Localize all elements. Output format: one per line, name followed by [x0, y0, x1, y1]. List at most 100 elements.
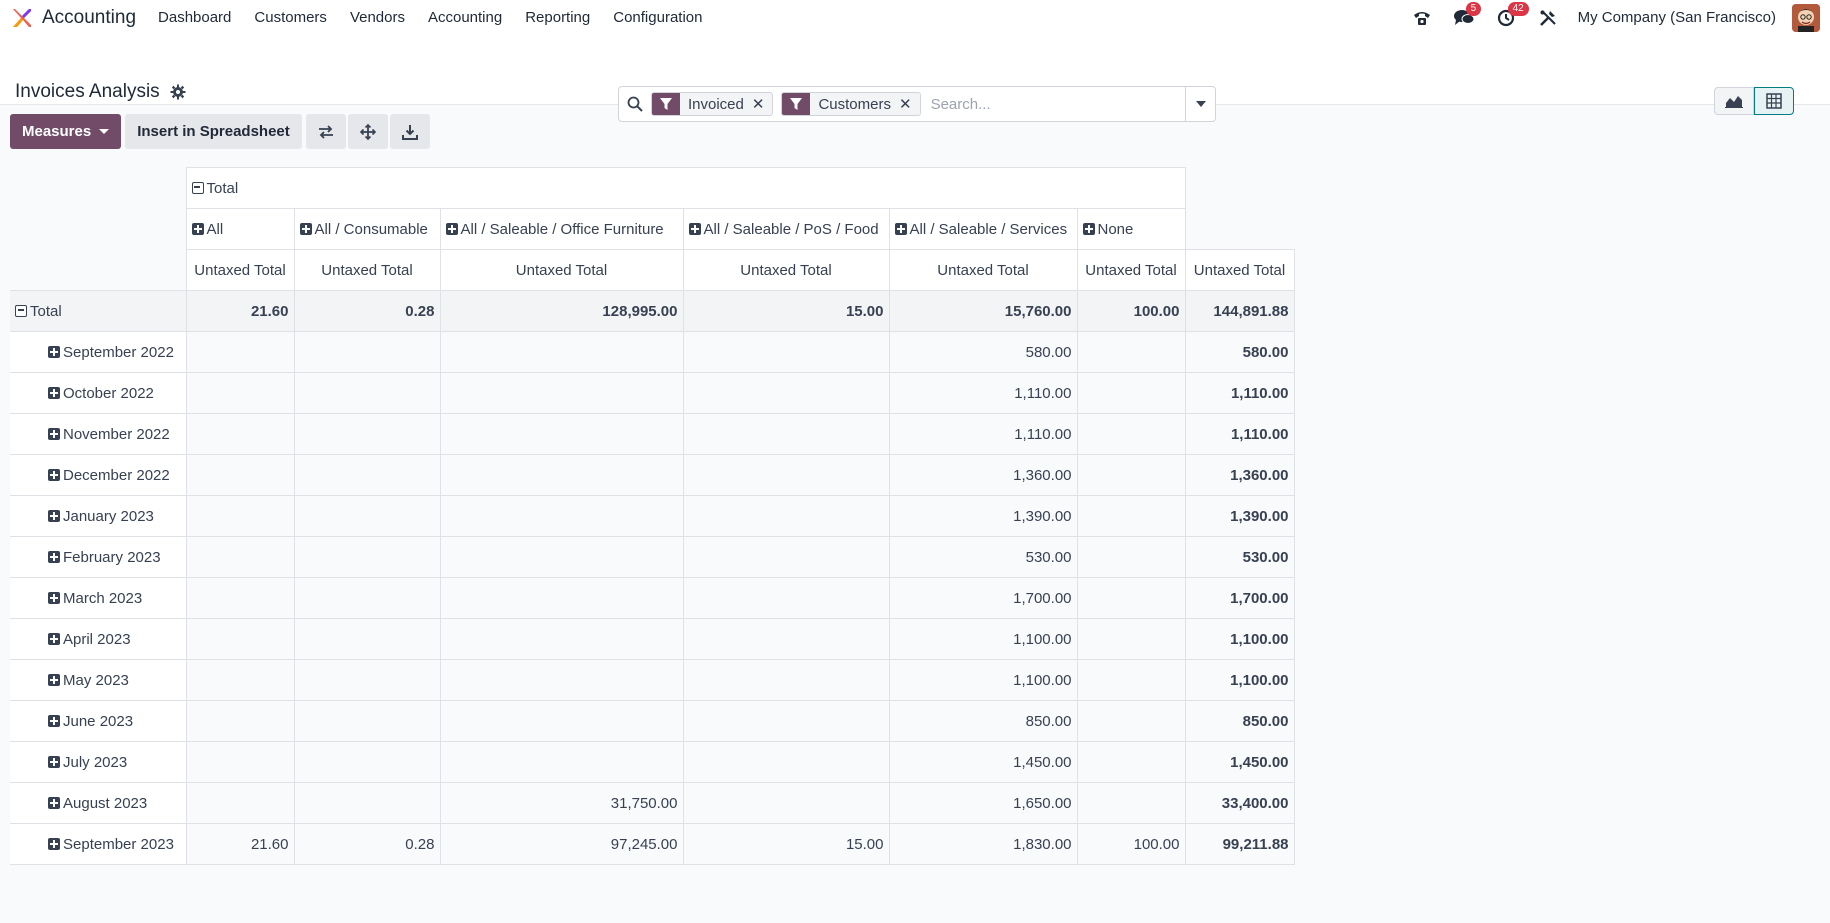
pivot-cell[interactable]	[439, 331, 684, 373]
pivot-cell[interactable]: 100.00	[1076, 290, 1186, 332]
pivot-cell[interactable]: 97,245.00	[439, 823, 684, 865]
pivot-cell[interactable]	[185, 577, 295, 619]
row-header[interactable]: February 2023	[10, 536, 187, 578]
search-input[interactable]	[928, 94, 1185, 114]
insert-spreadsheet-button[interactable]: Insert in Spreadsheet	[125, 114, 302, 149]
facet-remove-icon[interactable]: ✕	[752, 95, 773, 113]
row-header[interactable]: August 2023	[10, 782, 187, 824]
col-header-all[interactable]: All	[185, 208, 295, 250]
pivot-cell-grand-total[interactable]: 144,891.88	[1184, 290, 1295, 332]
pivot-cell[interactable]	[682, 618, 890, 660]
pivot-cell[interactable]: 128,995.00	[439, 290, 684, 332]
pivot-cell[interactable]: 580.00	[888, 331, 1078, 373]
row-header-total[interactable]: Total	[10, 290, 187, 332]
pivot-cell[interactable]: 1,110.00	[888, 413, 1078, 455]
pivot-cell[interactable]	[439, 618, 684, 660]
pivot-cell[interactable]	[439, 413, 684, 455]
debug-tools-icon[interactable]	[1534, 4, 1562, 32]
pivot-cell-row-total[interactable]: 1,390.00	[1184, 495, 1295, 537]
pivot-cell[interactable]	[1076, 782, 1186, 824]
pivot-cell-row-total[interactable]: 1,100.00	[1184, 618, 1295, 660]
pivot-cell[interactable]	[293, 782, 441, 824]
pivot-cell[interactable]	[682, 495, 890, 537]
pivot-cell[interactable]	[1076, 741, 1186, 783]
menu-reporting[interactable]: Reporting	[525, 9, 590, 26]
search-options-toggle[interactable]	[1185, 87, 1215, 121]
pivot-cell[interactable]	[682, 741, 890, 783]
measure-header[interactable]: Untaxed Total	[293, 249, 441, 291]
pivot-cell[interactable]: 530.00	[888, 536, 1078, 578]
pivot-cell[interactable]	[185, 782, 295, 824]
row-header[interactable]: June 2023	[10, 700, 187, 742]
pivot-cell[interactable]: 21.60	[185, 290, 295, 332]
pivot-cell[interactable]	[293, 495, 441, 537]
graph-view-button[interactable]	[1714, 87, 1754, 115]
pivot-cell[interactable]: 1,110.00	[888, 372, 1078, 414]
col-header-services[interactable]: All / Saleable / Services	[888, 208, 1078, 250]
gear-icon[interactable]	[170, 84, 186, 100]
pivot-cell-row-total[interactable]: 1,360.00	[1184, 454, 1295, 496]
row-header[interactable]: January 2023	[10, 495, 187, 537]
pivot-cell[interactable]	[293, 618, 441, 660]
pivot-cell[interactable]	[185, 331, 295, 373]
pivot-cell[interactable]: 1,650.00	[888, 782, 1078, 824]
pivot-cell[interactable]	[293, 700, 441, 742]
pivot-cell[interactable]	[682, 413, 890, 455]
pivot-cell[interactable]	[439, 372, 684, 414]
pivot-cell[interactable]	[293, 413, 441, 455]
pivot-cell[interactable]	[293, 577, 441, 619]
measure-header[interactable]: Untaxed Total	[1076, 249, 1186, 291]
pivot-cell[interactable]	[185, 659, 295, 701]
pivot-cell-row-total[interactable]: 1,100.00	[1184, 659, 1295, 701]
pivot-cell[interactable]	[1076, 454, 1186, 496]
row-header[interactable]: March 2023	[10, 577, 187, 619]
pivot-cell[interactable]	[185, 700, 295, 742]
pivot-cell[interactable]	[682, 577, 890, 619]
row-header[interactable]: December 2022	[10, 454, 187, 496]
pivot-cell[interactable]	[439, 741, 684, 783]
col-header-consumable[interactable]: All / Consumable	[293, 208, 441, 250]
pivot-cell[interactable]: 21.60	[185, 823, 295, 865]
company-switcher[interactable]: My Company (San Francisco)	[1578, 9, 1776, 26]
menu-dashboard[interactable]: Dashboard	[158, 9, 231, 26]
row-header[interactable]: April 2023	[10, 618, 187, 660]
pivot-view-button[interactable]	[1754, 87, 1794, 115]
pivot-cell[interactable]: 1,390.00	[888, 495, 1078, 537]
measures-button[interactable]: Measures	[10, 114, 122, 149]
pivot-cell[interactable]	[682, 782, 890, 824]
pivot-cell[interactable]	[1076, 372, 1186, 414]
pivot-cell[interactable]	[682, 659, 890, 701]
pivot-cell[interactable]	[293, 741, 441, 783]
accounting-app-icon[interactable]	[10, 6, 34, 30]
pivot-cell[interactable]	[682, 454, 890, 496]
pivot-cell-row-total[interactable]: 850.00	[1184, 700, 1295, 742]
expand-all-button[interactable]	[347, 114, 388, 149]
pivot-cell-row-total[interactable]: 99,211.88	[1184, 823, 1295, 865]
menu-vendors[interactable]: Vendors	[350, 9, 405, 26]
measure-header[interactable]: Untaxed Total	[439, 249, 684, 291]
pivot-cell[interactable]	[185, 536, 295, 578]
row-header[interactable]: September 2022	[10, 331, 187, 373]
pivot-cell[interactable]	[1076, 413, 1186, 455]
row-header[interactable]: May 2023	[10, 659, 187, 701]
row-header[interactable]: July 2023	[10, 741, 187, 783]
measure-header[interactable]: Untaxed Total	[1184, 249, 1295, 291]
menu-configuration[interactable]: Configuration	[613, 9, 702, 26]
download-button[interactable]	[389, 114, 430, 149]
pivot-cell[interactable]	[1076, 536, 1186, 578]
pivot-cell[interactable]	[439, 495, 684, 537]
menu-customers[interactable]: Customers	[254, 9, 327, 26]
app-name[interactable]: Accounting	[42, 7, 136, 29]
pivot-cell[interactable]	[1076, 618, 1186, 660]
pivot-cell[interactable]: 100.00	[1076, 823, 1186, 865]
pivot-cell[interactable]: 850.00	[888, 700, 1078, 742]
pivot-cell[interactable]: 1,360.00	[888, 454, 1078, 496]
pivot-cell-row-total[interactable]: 33,400.00	[1184, 782, 1295, 824]
activity-clock-icon[interactable]: 42	[1492, 1, 1529, 32]
pivot-cell[interactable]	[185, 741, 295, 783]
pivot-cell[interactable]	[1076, 659, 1186, 701]
pivot-cell[interactable]	[293, 331, 441, 373]
pivot-cell[interactable]	[439, 577, 684, 619]
user-avatar[interactable]	[1792, 3, 1820, 32]
pivot-cell[interactable]	[293, 372, 441, 414]
